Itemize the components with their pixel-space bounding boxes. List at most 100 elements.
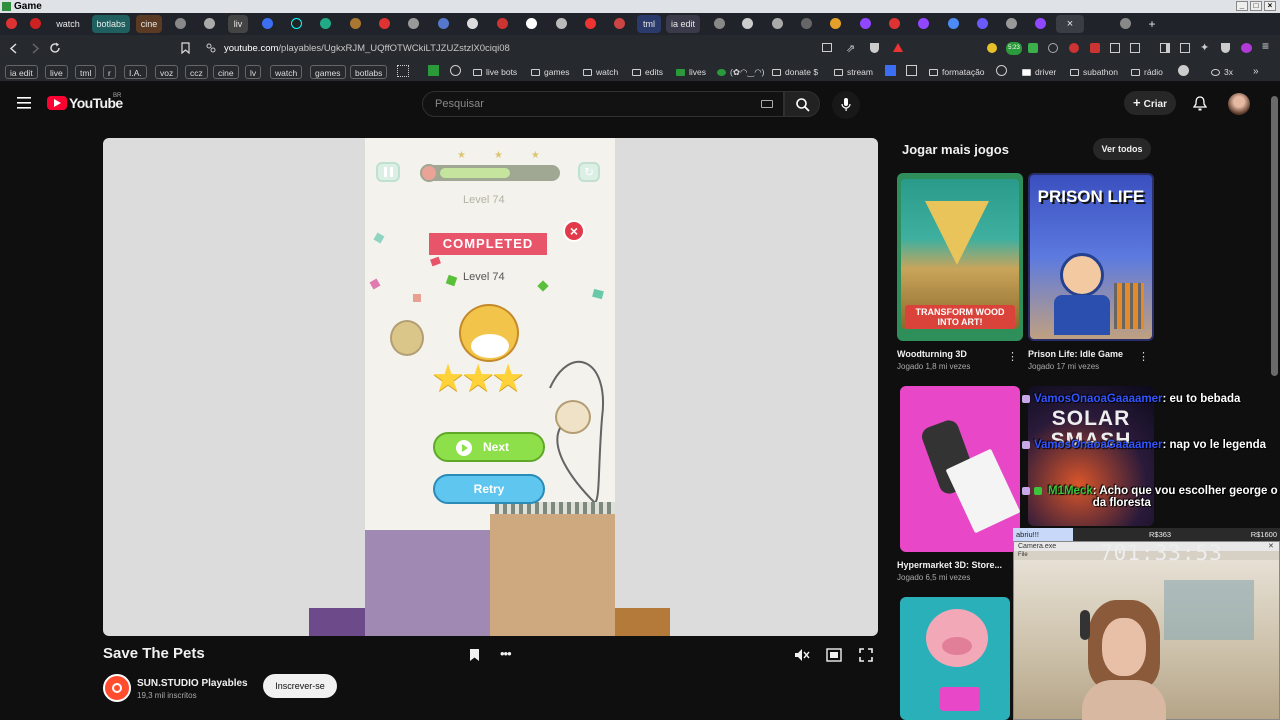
tab-favicon-icon[interactable] [1120, 18, 1131, 29]
page-scrollbar[interactable] [1271, 96, 1278, 376]
bookmark-item[interactable]: I.A. [124, 65, 147, 79]
twitch-icon[interactable] [1035, 18, 1046, 29]
bookmark-folder-subathon[interactable]: subathon [1070, 65, 1118, 79]
tab-favicon-icon[interactable] [1006, 18, 1017, 29]
bookmark-item[interactable]: tml [75, 65, 97, 79]
extension-icon[interactable] [1180, 43, 1190, 53]
close-window-button[interactable]: × [1264, 1, 1276, 11]
keyboard-icon[interactable] [761, 100, 773, 108]
vpn-icon[interactable] [1221, 43, 1230, 53]
tab-favicon-icon[interactable] [714, 18, 725, 29]
subscribe-button[interactable]: Inscrever-se [263, 674, 337, 698]
cast-icon[interactable] [822, 43, 832, 52]
shield-icon[interactable] [870, 43, 879, 53]
tab-favicon-icon[interactable] [204, 18, 215, 29]
bookmark-icon[interactable] [885, 65, 896, 76]
tab-group-ia-edit[interactable]: watch [52, 15, 84, 33]
bookmark-kaomoji[interactable]: (✿◠‿◠) [717, 65, 764, 79]
apps-grid-icon[interactable] [397, 65, 409, 77]
tab-favicon-icon[interactable] [801, 18, 812, 29]
bookmark-page-icon[interactable] [181, 42, 190, 54]
theater-mode-icon[interactable] [826, 648, 842, 662]
channel-name[interactable]: SUN.STUDIO Playables [137, 678, 248, 689]
url-field[interactable]: youtube.com/playables/UgkxRJM_UQffOTWCki… [198, 38, 898, 59]
bookmark-icon[interactable] [906, 65, 917, 76]
bookmark-item[interactable]: games [310, 65, 346, 79]
tab-favicon-icon[interactable] [830, 18, 841, 29]
new-tab-button[interactable]: + [1144, 15, 1160, 33]
bookmark-item[interactable]: ia edit [5, 65, 38, 79]
avatar[interactable] [1228, 93, 1250, 115]
tab-group-tml[interactable]: tml [637, 15, 661, 33]
extension-icon[interactable] [1028, 43, 1038, 53]
bookmark-folder-watch[interactable]: watch [583, 65, 618, 79]
bookmark-folder-edits[interactable]: edits [632, 65, 663, 79]
bookmark-lives[interactable]: lives [676, 65, 706, 79]
twitch-icon[interactable] [860, 18, 871, 29]
tab-favicon-icon[interactable] [408, 18, 419, 29]
more-options-icon[interactable]: ⋮ [1007, 350, 1018, 363]
tab-favicon-icon[interactable] [526, 18, 537, 29]
tab-favicon-icon[interactable] [467, 18, 478, 29]
bookmark-item[interactable]: watch [270, 65, 303, 79]
extension-icon[interactable] [1090, 43, 1100, 53]
tab-favicon-icon[interactable] [350, 18, 361, 29]
mute-icon[interactable] [794, 648, 810, 662]
more-bookmarks-icon[interactable]: » [1253, 65, 1259, 79]
bookmark-folder-radio[interactable]: rádio [1131, 65, 1163, 79]
brave-rewards-icon[interactable] [893, 43, 903, 52]
bookmark-item[interactable]: r [103, 65, 116, 79]
tab-favicon-icon[interactable] [262, 18, 273, 29]
tab-favicon-icon[interactable] [379, 18, 390, 29]
extension-icon[interactable] [1130, 43, 1140, 53]
more-actions-icon[interactable]: ••• [500, 646, 512, 661]
game-card-hypermarket[interactable] [900, 386, 1020, 552]
next-button[interactable]: Next [433, 432, 545, 462]
forward-icon[interactable] [30, 43, 40, 54]
tab-favicon-icon[interactable] [497, 18, 508, 29]
see-all-button[interactable]: Ver todos [1093, 138, 1151, 160]
bookmark-icon[interactable] [428, 65, 439, 76]
back-icon[interactable] [9, 43, 19, 54]
tab-favicon-icon[interactable] [30, 18, 41, 29]
hamburger-menu-icon[interactable] [17, 97, 31, 109]
retry-button[interactable]: Retry [433, 474, 545, 504]
game-card-prison-life[interactable]: PRISON LIFE [1028, 173, 1154, 341]
search-input[interactable]: Pesquisar [422, 91, 784, 117]
more-options-icon[interactable]: ⋮ [1138, 350, 1149, 363]
extension-badge[interactable]: 5:23 [1006, 42, 1022, 55]
tab-favicon-icon[interactable] [438, 18, 449, 29]
twitch-icon[interactable] [918, 18, 929, 29]
bookmark-folder-formatacao[interactable]: formatação [929, 65, 985, 79]
tab-favicon-icon[interactable] [556, 18, 567, 29]
share-icon[interactable]: ⇗ [846, 42, 855, 55]
bookmark-3x[interactable]: 3x [1211, 65, 1233, 79]
tab-group-liv[interactable]: liv [228, 15, 248, 33]
tab-close-icon[interactable]: × [1067, 18, 1073, 30]
bookmark-icon[interactable] [1178, 65, 1189, 76]
close-modal-button[interactable]: × [563, 220, 585, 242]
tab-favicon-icon[interactable] [6, 18, 17, 29]
maximize-button[interactable]: □ [1250, 1, 1262, 11]
game-card-pig[interactable] [900, 597, 1010, 720]
card-title[interactable]: Woodturning 3D [897, 349, 967, 359]
voice-search-button[interactable] [832, 91, 860, 119]
bookmark-item[interactable]: lv [245, 65, 262, 79]
extension-icon[interactable] [987, 43, 997, 53]
tiktok-icon[interactable] [291, 18, 302, 29]
tab-group-cine[interactable]: cine [136, 15, 162, 33]
bookmark-folder-donate[interactable]: donate $ [772, 65, 818, 79]
game-viewport[interactable]: ★★★ ↻ Level 74 COMPLETED × Level 74 ★★★ … [103, 138, 878, 636]
extension-icon[interactable] [1048, 43, 1058, 53]
google-icon[interactable] [948, 18, 959, 29]
active-tab[interactable]: × [1056, 15, 1084, 33]
tab-favicon-icon[interactable] [320, 18, 331, 29]
extension-icon[interactable] [1069, 43, 1079, 53]
tab-favicon-icon[interactable] [772, 18, 783, 29]
bookmark-icon[interactable] [450, 65, 461, 76]
site-info-icon[interactable] [206, 43, 216, 53]
search-button[interactable] [784, 91, 820, 117]
save-bookmark-icon[interactable] [469, 648, 480, 662]
tab-group-botlabs[interactable]: botlabs [92, 15, 130, 33]
extension-icon[interactable] [1241, 43, 1252, 53]
